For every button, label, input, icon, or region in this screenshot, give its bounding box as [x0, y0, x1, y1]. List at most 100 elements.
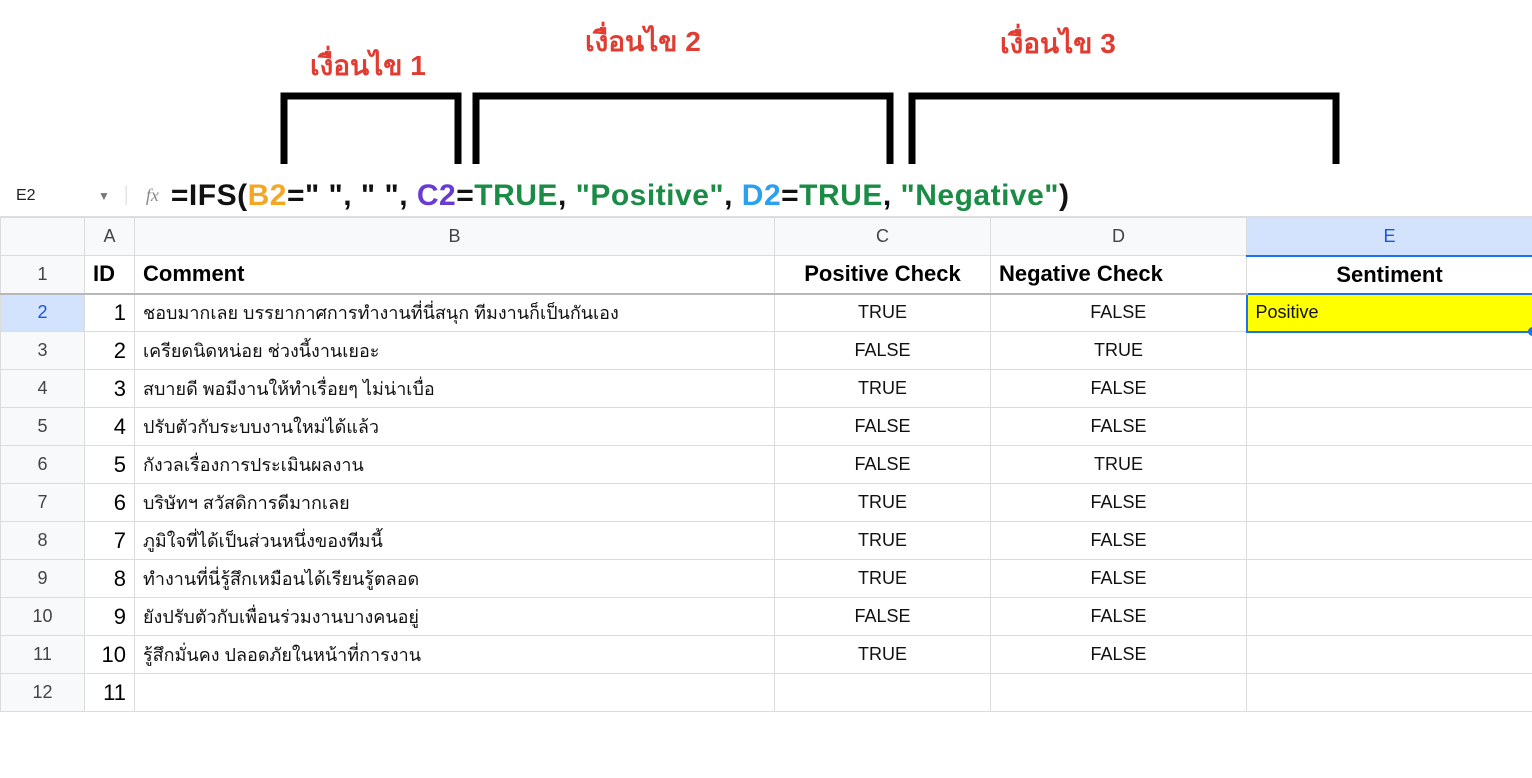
cell-negative-check[interactable] — [991, 674, 1247, 712]
cell-sentiment[interactable] — [1247, 636, 1532, 674]
cell-sentiment[interactable]: Positive — [1247, 294, 1532, 332]
row-header[interactable]: 5 — [1, 408, 85, 446]
cell-negative-check[interactable]: TRUE — [991, 446, 1247, 484]
cell-comment[interactable]: เครียดนิดหน่อย ช่วงนี้งานเยอะ — [135, 332, 775, 370]
cell-comment[interactable] — [135, 674, 775, 712]
header-comment[interactable]: Comment — [135, 256, 775, 294]
name-box[interactable] — [8, 182, 98, 210]
header-sentiment[interactable]: Sentiment — [1247, 256, 1532, 294]
cell-sentiment[interactable] — [1247, 522, 1532, 560]
cell-negative-check[interactable]: TRUE — [991, 332, 1247, 370]
cell-negative-check[interactable]: FALSE — [991, 522, 1247, 560]
table-row: 43สบายดี พอมีงานให้ทำเรื่อยๆ ไม่น่าเบื่อ… — [1, 370, 1532, 408]
header-id[interactable]: ID — [85, 256, 135, 294]
column-header-row: A B C D E — [1, 218, 1532, 256]
cell-sentiment[interactable] — [1247, 370, 1532, 408]
col-header-D[interactable]: D — [991, 218, 1247, 256]
cell-negative-check[interactable]: FALSE — [991, 598, 1247, 636]
row-header[interactable]: 3 — [1, 332, 85, 370]
table-row: 21ชอบมากเลย บรรยากาศการทำงานที่นี่สนุก ท… — [1, 294, 1532, 332]
cell-comment[interactable]: ภูมิใจที่ได้เป็นส่วนหนึ่งของทีมนี้ — [135, 522, 775, 560]
header-positive-check[interactable]: Positive Check — [775, 256, 991, 294]
table-row: 54ปรับตัวกับระบบงานใหม่ได้แล้วFALSEFALSE — [1, 408, 1532, 446]
cell-id[interactable]: 2 — [85, 332, 135, 370]
cell-id[interactable]: 7 — [85, 522, 135, 560]
cell-positive-check[interactable]: TRUE — [775, 636, 991, 674]
row-header[interactable]: 4 — [1, 370, 85, 408]
cell-comment[interactable]: สบายดี พอมีงานให้ทำเรื่อยๆ ไม่น่าเบื่อ — [135, 370, 775, 408]
cell-positive-check[interactable]: TRUE — [775, 370, 991, 408]
row-header-1[interactable]: 1 — [1, 256, 85, 294]
cell-sentiment[interactable] — [1247, 332, 1532, 370]
cell-positive-check[interactable]: TRUE — [775, 560, 991, 598]
cell-negative-check[interactable]: FALSE — [991, 484, 1247, 522]
row-header[interactable]: 11 — [1, 636, 85, 674]
annotation-condition-2: เงื่อนไข 2 — [585, 20, 701, 64]
select-all-corner[interactable] — [1, 218, 85, 256]
col-header-B[interactable]: B — [135, 218, 775, 256]
cell-comment[interactable]: ปรับตัวกับระบบงานใหม่ได้แล้ว — [135, 408, 775, 446]
cell-positive-check[interactable]: TRUE — [775, 522, 991, 560]
cell-sentiment[interactable] — [1247, 446, 1532, 484]
cell-id[interactable]: 4 — [85, 408, 135, 446]
annotation-condition-3: เงื่อนไข 3 — [1000, 22, 1116, 66]
cell-comment[interactable]: ทำงานที่นี่รู้สึกเหมือนได้เรียนรู้ตลอด — [135, 560, 775, 598]
col-header-E[interactable]: E — [1247, 218, 1532, 256]
cell-positive-check[interactable]: TRUE — [775, 484, 991, 522]
cell-id[interactable]: 10 — [85, 636, 135, 674]
cell-positive-check[interactable]: FALSE — [775, 598, 991, 636]
cell-sentiment[interactable] — [1247, 560, 1532, 598]
cell-negative-check[interactable]: FALSE — [991, 370, 1247, 408]
bracket-2-icon — [472, 88, 894, 168]
cell-id[interactable]: 6 — [85, 484, 135, 522]
row-header[interactable]: 6 — [1, 446, 85, 484]
cell-negative-check[interactable]: FALSE — [991, 294, 1247, 332]
row-header[interactable]: 10 — [1, 598, 85, 636]
annotation-condition-1: เงื่อนไข 1 — [310, 44, 426, 88]
row-header[interactable]: 2 — [1, 294, 85, 332]
cell-positive-check[interactable] — [775, 674, 991, 712]
formula-bar: ▼ │ fx =IFS(B2=" ", " ", C2=TRUE, "Posit… — [0, 175, 1532, 217]
col-header-C[interactable]: C — [775, 218, 991, 256]
cell-comment[interactable]: กังวลเรื่องการประเมินผลงาน — [135, 446, 775, 484]
table-row: 32เครียดนิดหน่อย ช่วงนี้งานเยอะFALSETRUE — [1, 332, 1532, 370]
cell-comment[interactable]: ชอบมากเลย บรรยากาศการทำงานที่นี่สนุก ทีม… — [135, 294, 775, 332]
cell-comment[interactable]: รู้สึกมั่นคง ปลอดภัยในหน้าที่การงาน — [135, 636, 775, 674]
cell-id[interactable]: 5 — [85, 446, 135, 484]
cell-id[interactable]: 8 — [85, 560, 135, 598]
cell-sentiment[interactable] — [1247, 408, 1532, 446]
cell-id[interactable]: 1 — [85, 294, 135, 332]
cell-id[interactable]: 9 — [85, 598, 135, 636]
cell-sentiment[interactable] — [1247, 484, 1532, 522]
fx-icon[interactable]: fx — [146, 185, 159, 206]
cell-positive-check[interactable]: FALSE — [775, 332, 991, 370]
cell-positive-check[interactable]: FALSE — [775, 408, 991, 446]
fill-handle[interactable] — [1528, 327, 1532, 336]
table-row: 98ทำงานที่นี่รู้สึกเหมือนได้เรียนรู้ตลอด… — [1, 560, 1532, 598]
name-box-dropdown-icon[interactable]: ▼ — [98, 189, 110, 203]
table-row: 1211 — [1, 674, 1532, 712]
cell-comment[interactable]: บริษัทฯ สวัสดิการดีมากเลย — [135, 484, 775, 522]
formula-input[interactable]: =IFS(B2=" ", " ", C2=TRUE, "Positive", D… — [171, 179, 1070, 213]
cell-id[interactable]: 11 — [85, 674, 135, 712]
cell-positive-check[interactable]: FALSE — [775, 446, 991, 484]
annotation-overlay: เงื่อนไข 1 เงื่อนไข 2 เงื่อนไข 3 — [0, 0, 1532, 175]
header-negative-check[interactable]: Negative Check — [991, 256, 1247, 294]
cell-negative-check[interactable]: FALSE — [991, 560, 1247, 598]
table-row: 109ยังปรับตัวกับเพื่อนร่วมงานบางคนอยู่FA… — [1, 598, 1532, 636]
row-header[interactable]: 8 — [1, 522, 85, 560]
row-header[interactable]: 12 — [1, 674, 85, 712]
cell-sentiment[interactable] — [1247, 674, 1532, 712]
cell-id[interactable]: 3 — [85, 370, 135, 408]
cell-positive-check[interactable]: TRUE — [775, 294, 991, 332]
cell-negative-check[interactable]: FALSE — [991, 408, 1247, 446]
table-row: 65กังวลเรื่องการประเมินผลงานFALSETRUE — [1, 446, 1532, 484]
cell-comment[interactable]: ยังปรับตัวกับเพื่อนร่วมงานบางคนอยู่ — [135, 598, 775, 636]
col-header-A[interactable]: A — [85, 218, 135, 256]
row-header[interactable]: 7 — [1, 484, 85, 522]
spreadsheet-grid[interactable]: A B C D E 1 ID Comment Positive Check Ne… — [0, 217, 1532, 712]
row-header[interactable]: 9 — [1, 560, 85, 598]
cell-sentiment[interactable] — [1247, 598, 1532, 636]
cell-negative-check[interactable]: FALSE — [991, 636, 1247, 674]
bracket-3-icon — [908, 88, 1340, 168]
